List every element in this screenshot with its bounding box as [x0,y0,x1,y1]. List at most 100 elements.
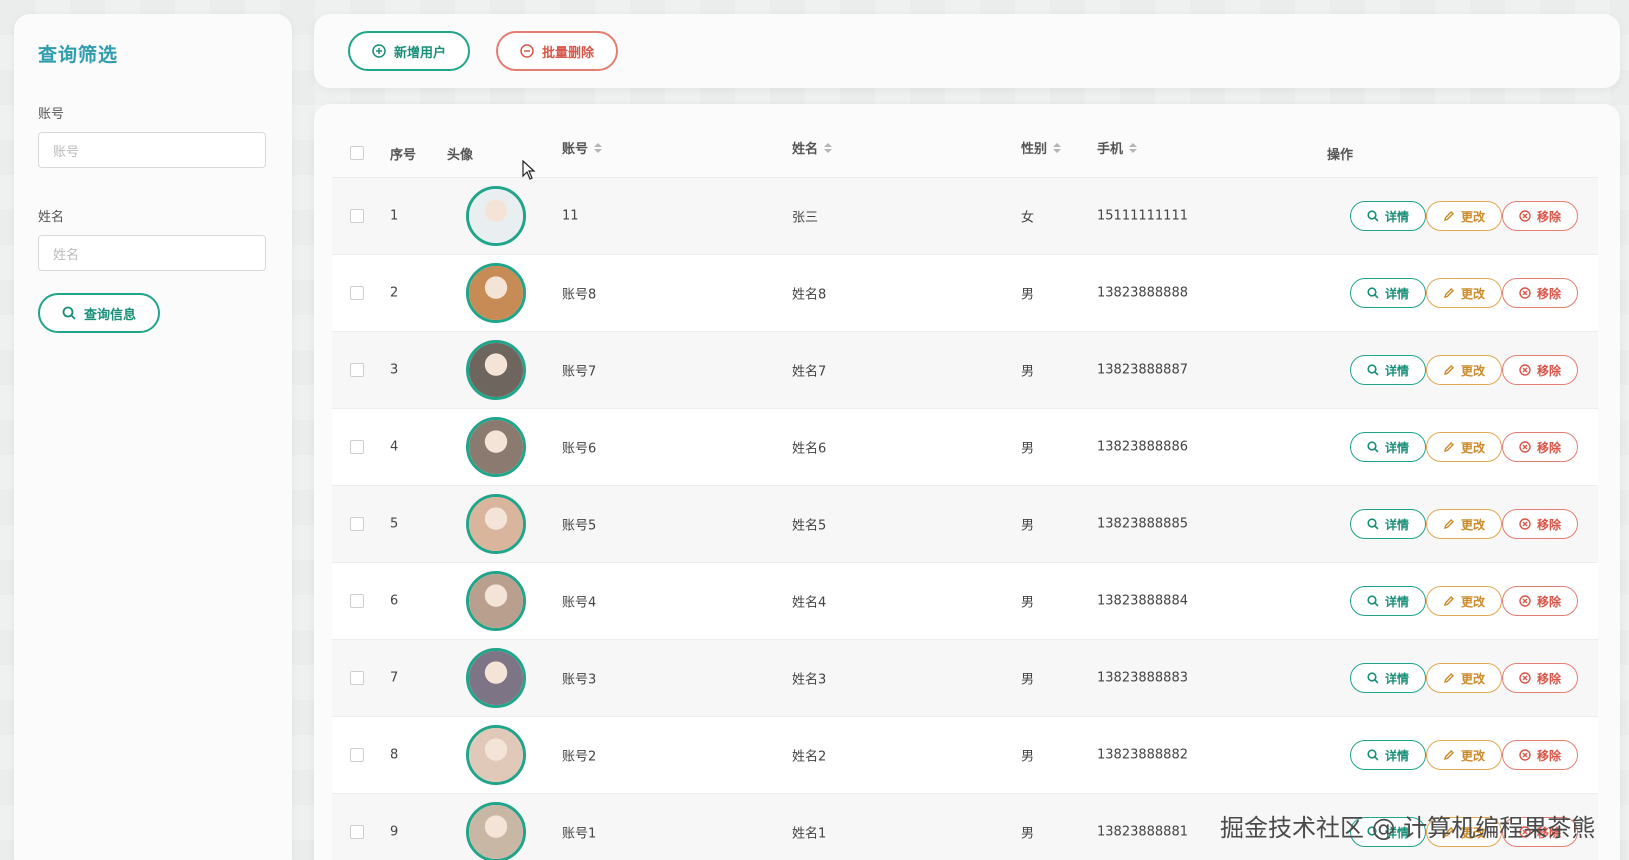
row-checkbox[interactable] [350,517,364,531]
avatar [466,648,526,708]
delete-button[interactable]: 移除 [1502,355,1578,385]
close-circle-icon [1519,518,1531,530]
row-checkbox[interactable] [350,440,364,454]
row-checkbox[interactable] [350,209,364,223]
add-user-button[interactable]: 新增用户 [348,31,470,71]
col-name[interactable]: 姓名 [792,138,833,157]
row-actions: 详情 更改 移除 [1350,740,1578,770]
row-name: 张三 [792,210,819,226]
view-button[interactable]: 详情 [1350,432,1426,462]
edit-button[interactable]: 更改 [1426,509,1502,539]
delete-button[interactable]: 移除 [1502,586,1578,616]
row-account: 账号1 [562,826,597,842]
delete-button[interactable]: 移除 [1502,201,1578,231]
avatar [466,494,526,554]
watermark: 掘金技术社区 @ 计算机编程果茶熊 [1220,814,1596,842]
row-phone: 13823888885 [1097,516,1188,532]
sort-icon [824,142,833,153]
col-avatar: 头像 [447,148,474,163]
edit-icon [1444,519,1454,529]
view-label: 详情 [1384,671,1409,686]
sort-icon [1129,142,1138,153]
delete-button[interactable]: 移除 [1502,432,1578,462]
delete-button[interactable]: 移除 [1502,278,1578,308]
row-index: 6 [390,593,399,609]
row-index: 2 [390,285,399,301]
view-button[interactable]: 详情 [1350,278,1426,308]
view-label: 详情 [1384,363,1409,378]
edit-label: 更改 [1460,671,1485,686]
row-gender: 男 [1021,749,1035,765]
row-name: 姓名1 [792,826,827,842]
account-input[interactable]: 账号 [38,132,266,168]
row-checkbox[interactable] [350,286,364,300]
row-checkbox[interactable] [350,363,364,377]
row-phone: 13823888888 [1097,285,1188,301]
row-checkbox[interactable] [350,825,364,839]
delete-button[interactable]: 移除 [1502,663,1578,693]
row-account: 账号8 [562,287,597,303]
close-circle-icon [1519,749,1531,761]
col-actions: 操作 [1327,148,1354,163]
sort-icon [1053,142,1062,153]
row-index: 7 [390,670,399,686]
delete-button[interactable]: 移除 [1502,740,1578,770]
batch-delete-button[interactable]: 批量删除 [496,31,618,71]
avatar-image [469,497,523,551]
view-button[interactable]: 详情 [1350,663,1426,693]
row-checkbox[interactable] [350,594,364,608]
row-gender: 男 [1021,287,1035,303]
view-button[interactable]: 详情 [1350,509,1426,539]
table-row: 7 账号3 姓名3 男 13823888883 详情 更改 移除 [332,640,1598,717]
avatar-image [469,266,523,320]
query-button[interactable]: 查询信息 [38,293,160,333]
avatar-image [469,343,523,397]
edit-button[interactable]: 更改 [1426,432,1502,462]
view-button[interactable]: 详情 [1350,201,1426,231]
avatar-image [469,728,523,782]
row-name: 姓名8 [792,287,827,303]
row-index: 4 [390,439,399,455]
avatar [466,417,526,477]
edit-button[interactable]: 更改 [1426,586,1502,616]
view-label: 详情 [1384,517,1409,532]
row-name: 姓名4 [792,595,827,611]
table-row: 5 账号5 姓名5 男 13823888885 详情 更改 移除 [332,486,1598,563]
sort-icon [594,142,603,153]
row-phone: 13823888882 [1097,747,1188,763]
avatar-image [469,189,523,243]
edit-button[interactable]: 更改 [1426,740,1502,770]
row-checkbox[interactable] [350,671,364,685]
close-circle-icon [1519,287,1531,299]
edit-button[interactable]: 更改 [1426,201,1502,231]
close-circle-icon [1519,672,1531,684]
edit-label: 更改 [1460,517,1485,532]
col-gender[interactable]: 性别 [1021,138,1062,157]
view-button[interactable]: 详情 [1350,586,1426,616]
delete-label: 移除 [1536,440,1561,455]
edit-button[interactable]: 更改 [1426,355,1502,385]
delete-button[interactable]: 移除 [1502,509,1578,539]
mouse-cursor-icon [522,160,536,180]
edit-button[interactable]: 更改 [1426,278,1502,308]
col-phone[interactable]: 手机 [1097,138,1138,157]
row-actions: 详情 更改 移除 [1350,663,1578,693]
col-account[interactable]: 账号 [562,138,603,157]
search-icon [1367,364,1379,376]
edit-label: 更改 [1460,594,1485,609]
row-gender: 男 [1021,518,1035,534]
table-row: 3 账号7 姓名7 男 13823888887 详情 更改 移除 [332,332,1598,409]
view-button[interactable]: 详情 [1350,355,1426,385]
view-label: 详情 [1384,286,1409,301]
edit-button[interactable]: 更改 [1426,663,1502,693]
delete-label: 移除 [1536,594,1561,609]
select-all-checkbox[interactable] [350,146,364,160]
delete-label: 移除 [1536,671,1561,686]
search-icon [1367,749,1379,761]
row-checkbox[interactable] [350,748,364,762]
view-button[interactable]: 详情 [1350,740,1426,770]
row-index: 5 [390,516,399,532]
name-input[interactable]: 姓名 [38,235,266,271]
search-icon [1367,518,1379,530]
row-account: 11 [562,208,579,224]
